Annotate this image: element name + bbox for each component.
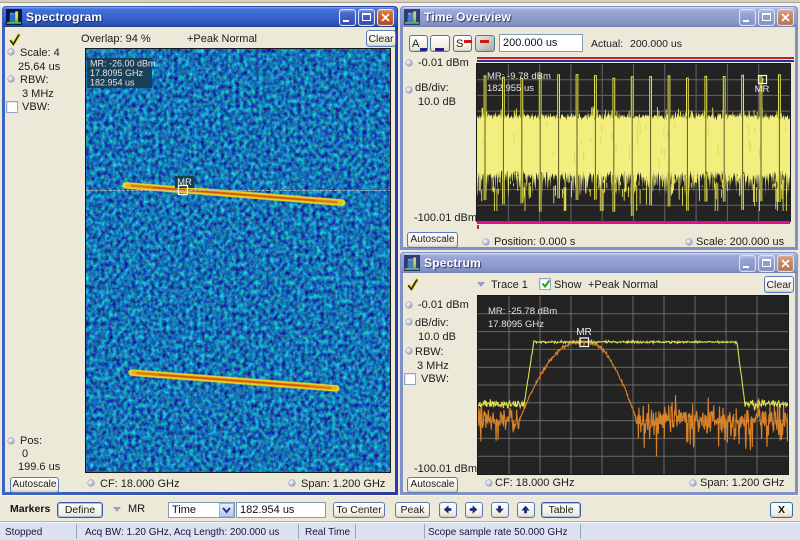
svg-text:MR: MR xyxy=(576,327,592,338)
svg-text:MR: MR xyxy=(755,84,770,95)
svg-text:17.8095 GHz: 17.8095 GHz xyxy=(488,319,544,330)
svg-text:MR: -26.00 dBm: MR: -26.00 dBm xyxy=(90,59,156,69)
svg-text:MR: -9.78 dBm: MR: -9.78 dBm xyxy=(487,71,551,82)
svg-text:MR: -25.78 dBm: MR: -25.78 dBm xyxy=(488,306,557,317)
svg-text:182.955 us: 182.955 us xyxy=(487,83,534,94)
svg-text:17.8095 GHz: 17.8095 GHz xyxy=(90,68,144,78)
svg-text:MR: MR xyxy=(177,177,192,188)
svg-text:182.954 us: 182.954 us xyxy=(90,78,135,88)
